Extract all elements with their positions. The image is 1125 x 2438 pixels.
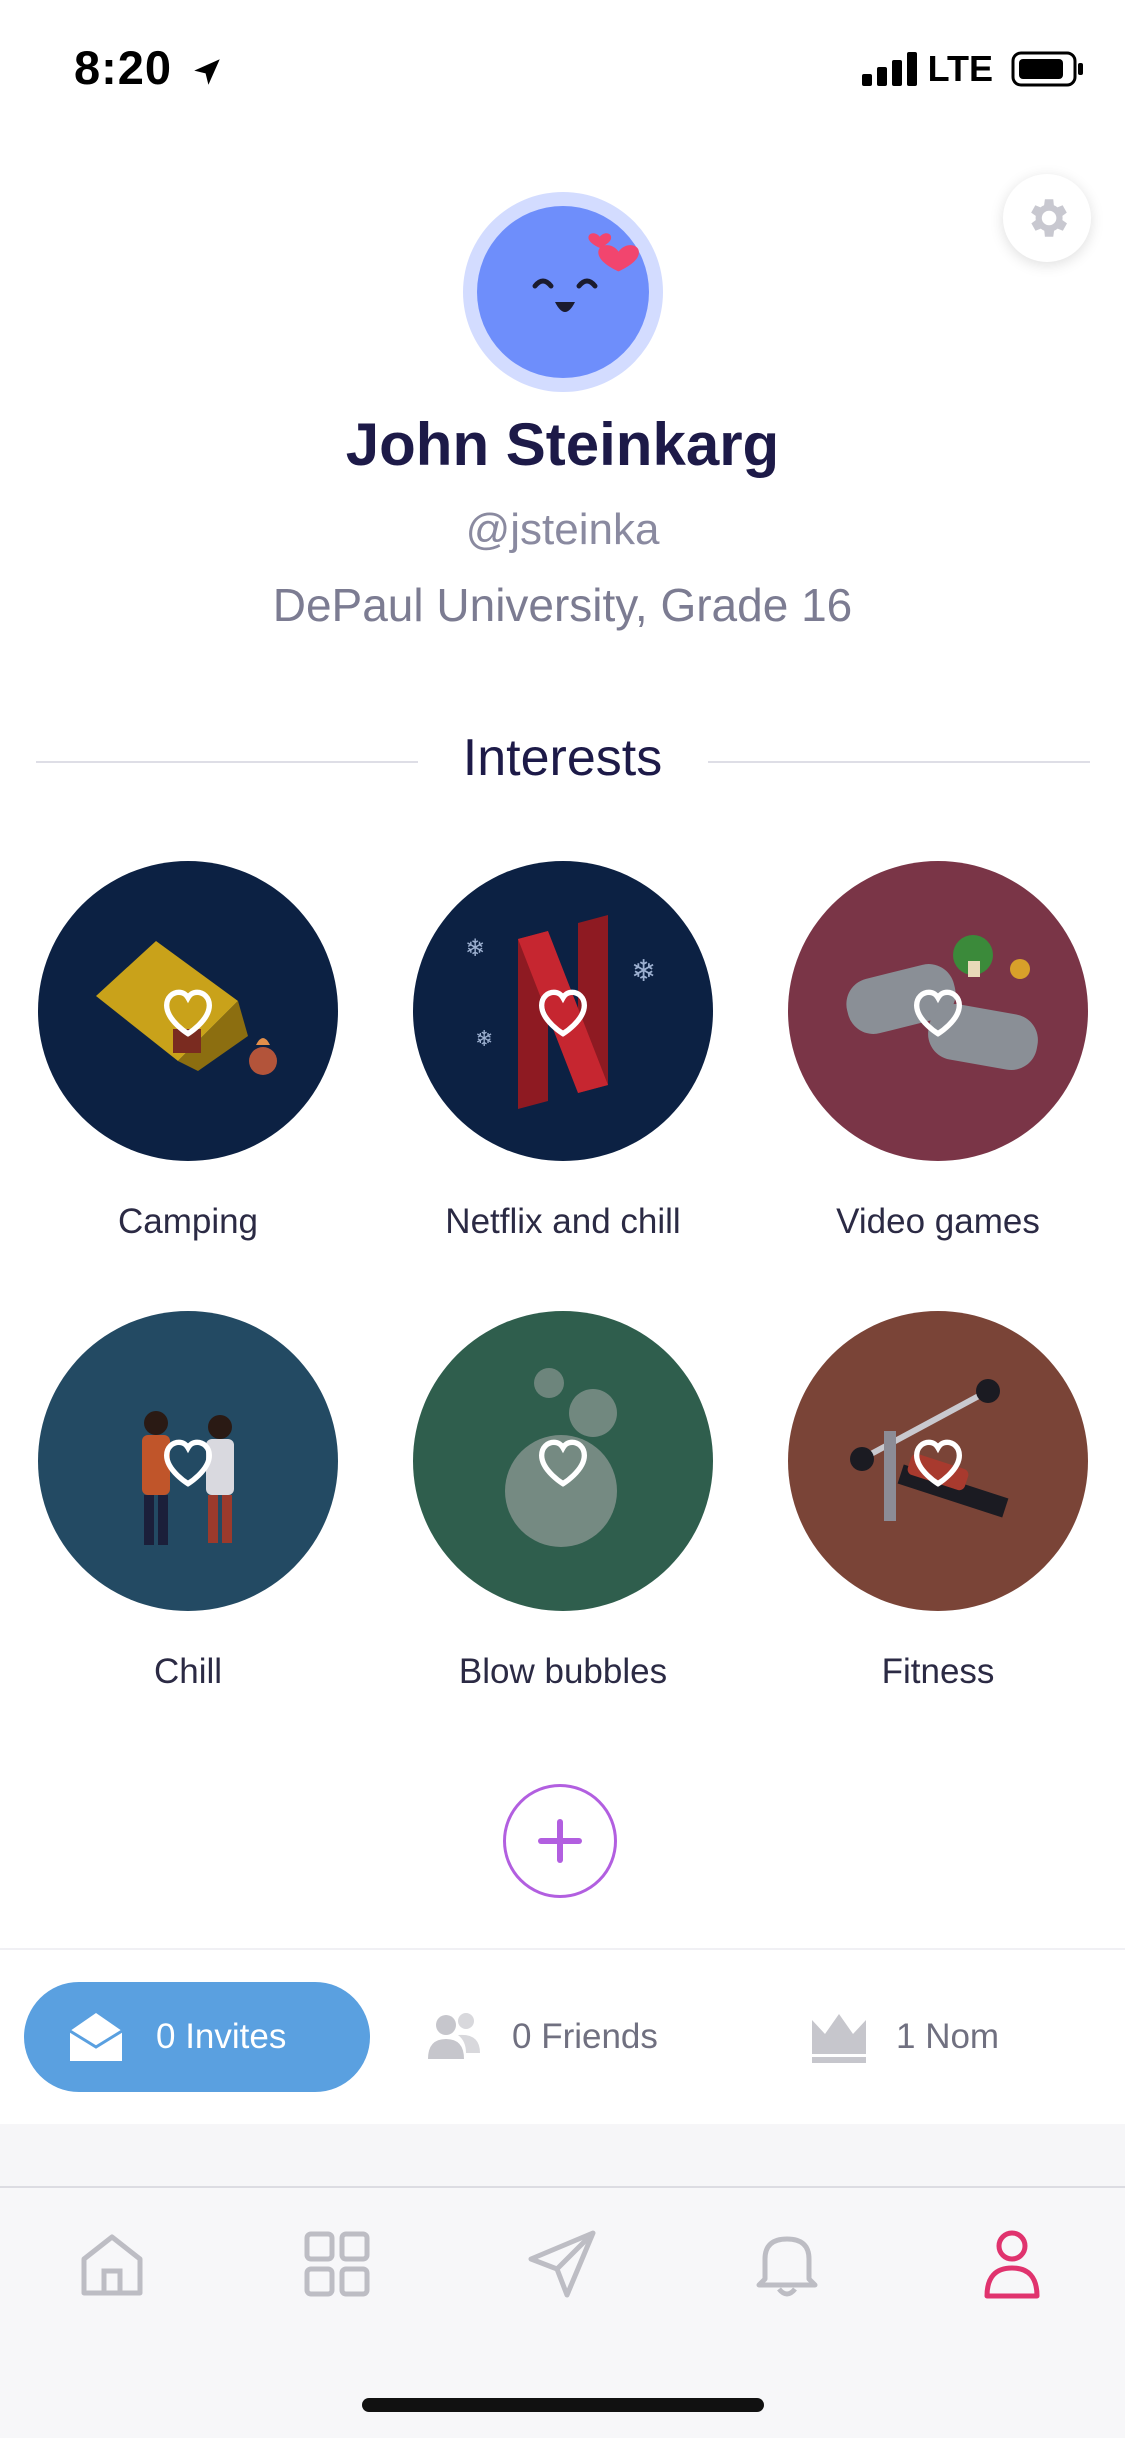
settings-button[interactable]: [1003, 174, 1091, 262]
friends-label: 0 Friends: [512, 2017, 658, 2056]
plus-icon: [538, 1819, 582, 1863]
hearts-icon: [588, 233, 639, 272]
interest-video-games[interactable]: [788, 861, 1088, 1161]
bell-icon: [756, 2236, 818, 2297]
add-interest-button[interactable]: [503, 1784, 617, 1898]
envelope-open-icon: [69, 2013, 123, 2061]
interest-camping[interactable]: [38, 861, 338, 1161]
friends-icon: [428, 2013, 480, 2059]
tab-send[interactable]: [522, 2224, 602, 2304]
interest-netflix[interactable]: ❄ ❄ ❄: [413, 861, 713, 1161]
tab-profile[interactable]: [972, 2224, 1052, 2304]
invites-button[interactable]: 0 Invites: [24, 1982, 370, 2092]
interest-label-chill: Chill: [153, 1652, 223, 1691]
svg-text:❄: ❄: [631, 954, 656, 989]
home-icon: [81, 2234, 143, 2296]
heart-outline-icon[interactable]: [906, 1429, 970, 1493]
network-type: LTE: [927, 48, 993, 89]
profile-handle: @jsteinka: [465, 505, 660, 554]
status-indicators: LTE: [861, 48, 1085, 90]
avatar[interactable]: [463, 192, 663, 392]
tab-notifications[interactable]: [747, 2224, 827, 2304]
interest-fitness[interactable]: [788, 1311, 1088, 1611]
interest-label-blow-bubbles: Blow bubbles: [458, 1652, 668, 1691]
send-icon: [528, 2230, 596, 2298]
location-arrow-icon: [194, 58, 220, 85]
crown-icon: [812, 2014, 866, 2063]
status-time-text: 8:20: [74, 41, 173, 94]
interest-blow-bubbles[interactable]: [413, 1311, 713, 1611]
profile-school: DePaul University, Grade 16: [272, 579, 853, 631]
invites-label: 0 Invites: [156, 2017, 287, 2056]
spacer: [0, 2124, 1125, 2186]
noms-label: 1 Nom: [896, 2017, 1000, 2056]
svg-text:❄: ❄: [475, 1027, 493, 1052]
tab-home[interactable]: [72, 2224, 152, 2304]
status-time: 8:20: [74, 40, 224, 95]
profile-icon: [984, 2230, 1040, 2299]
interest-label-camping: Camping: [117, 1202, 259, 1241]
grid-icon: [304, 2231, 370, 2297]
heart-outline-icon[interactable]: [156, 979, 220, 1043]
interest-chill[interactable]: [38, 1311, 338, 1611]
divider-right: [708, 761, 1090, 763]
heart-outline-icon[interactable]: [906, 979, 970, 1043]
home-indicator: [362, 2398, 764, 2412]
signal-icon: [861, 52, 917, 86]
friends-button[interactable]: 0 Friends: [424, 1982, 658, 2092]
interest-label-fitness: Fitness: [881, 1652, 995, 1691]
battery-icon: [1011, 51, 1083, 87]
gear-icon: [1031, 199, 1067, 237]
svg-text:❄: ❄: [465, 934, 485, 962]
heart-outline-icon[interactable]: [531, 1429, 595, 1493]
interest-label-video-games: Video games: [836, 1202, 1040, 1241]
interests-title: Interests: [462, 729, 663, 787]
heart-outline-icon[interactable]: [531, 979, 595, 1043]
profile-name: John Steinkarg: [345, 411, 780, 478]
heart-outline-icon[interactable]: [156, 1429, 220, 1493]
noms-button[interactable]: 1 Nom: [810, 1982, 999, 2092]
tab-browse[interactable]: [297, 2224, 377, 2304]
interest-label-netflix: Netflix and chill: [445, 1202, 681, 1241]
